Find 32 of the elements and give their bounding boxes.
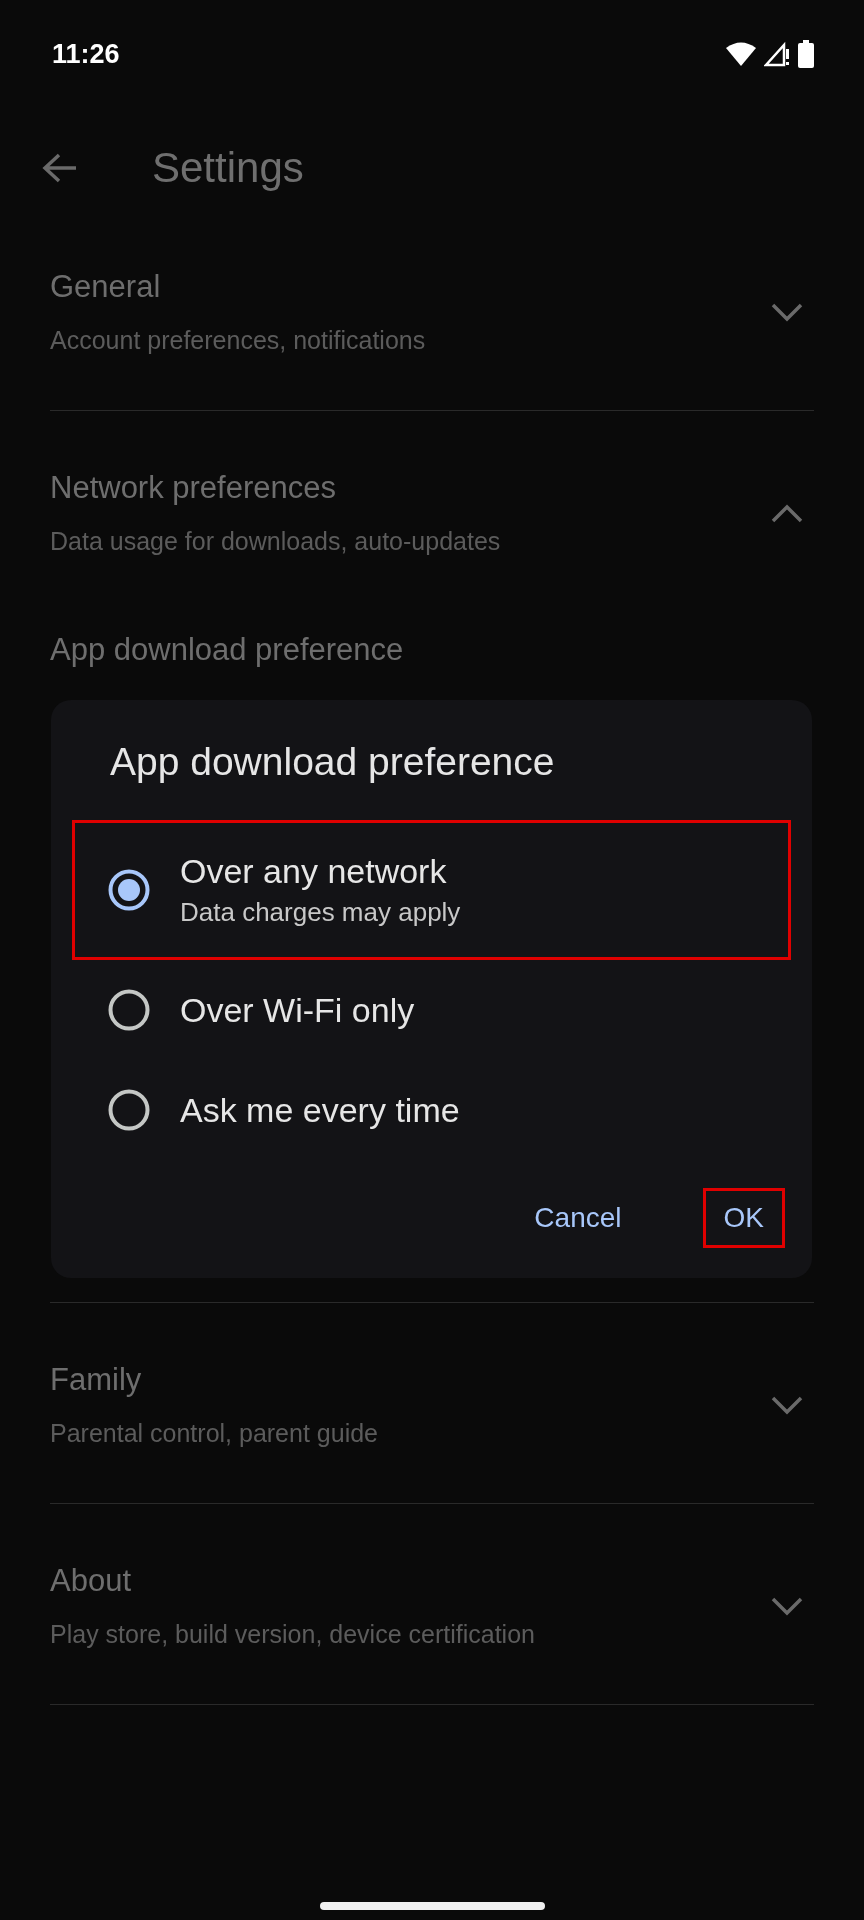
radio-button[interactable] <box>108 989 150 1031</box>
wifi-icon <box>726 42 756 66</box>
option-label: Over Wi-Fi only <box>180 990 415 1030</box>
section-title: Network preferences <box>50 469 337 507</box>
setting-title[interactable]: App download preference <box>50 632 404 667</box>
section-subtitle: Data usage for downloads, auto-updates <box>50 526 501 557</box>
section-header[interactable]: Network preferences Data usage for downloads, auto-updates <box>50 467 814 559</box>
option-label: Over any network <box>180 852 448 891</box>
status-time: 11:26 <box>52 38 120 70</box>
radio-button[interactable] <box>108 869 150 911</box>
signal-icon <box>764 41 790 67</box>
dialog-title: App download preference <box>109 740 556 784</box>
radio-button[interactable] <box>108 1089 150 1131</box>
option-label: Ask me every time <box>180 1090 460 1130</box>
section-header[interactable]: General Account preferences, notifications <box>50 266 814 358</box>
section-header[interactable]: About Play store, build version, device certification <box>50 1560 814 1652</box>
section-subtitle: Account preferences, notifications <box>50 325 426 356</box>
back-arrow-icon[interactable] <box>42 152 78 184</box>
section-subtitle: Parental control, parent guide <box>50 1418 378 1449</box>
page-title: Settings <box>152 144 304 192</box>
section-title: General <box>50 268 162 306</box>
radio-option[interactable]: Ask me every time <box>72 1060 791 1160</box>
option-description: Data charges may apply <box>180 897 461 928</box>
radio-option[interactable]: Over Wi-Fi only <box>72 960 791 1060</box>
section-subtitle: Play store, build version, device certification <box>50 1619 535 1650</box>
battery-icon <box>798 40 814 68</box>
highlighted-option[interactable]: Over any network Data charges may apply <box>72 820 791 960</box>
cancel-button[interactable]: Cancel <box>513 1188 643 1248</box>
section-header[interactable]: Family Parental control, parent guide <box>50 1359 814 1451</box>
section-title: Family <box>50 1361 143 1399</box>
ok-button[interactable]: OK <box>702 1188 785 1248</box>
section-title: About <box>50 1562 132 1600</box>
